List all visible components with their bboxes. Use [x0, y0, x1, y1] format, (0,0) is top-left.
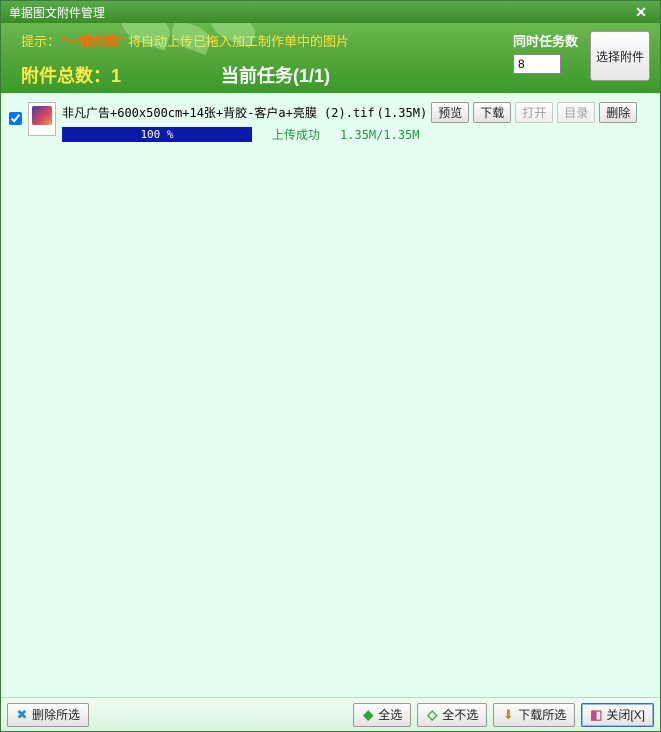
footer-toolbar: ✖ 删除所选 ◆ 全选 ◇ 全不选 ⬇ 下载所选 ◧ 关闭[X] — [1, 697, 660, 731]
download-icon: ⬇ — [502, 709, 514, 721]
window-title: 单据图文附件管理 — [9, 4, 105, 21]
attachment-list: 非凡广告+600x500cm+14张+背胶-客户a+亮膜 (2).tif (1.… — [1, 93, 660, 697]
row-checkbox[interactable] — [9, 112, 22, 125]
current-task-label: 当前任务 — [221, 66, 293, 86]
uncheck-icon: ◇ — [426, 709, 438, 721]
tip-prefix: 提示： — [21, 34, 60, 49]
filename-text: 非凡广告+600x500cm+14张+背胶-客户a+亮膜 (2).tif — [62, 104, 375, 121]
delete-icon: ✖ — [16, 709, 28, 721]
download-button[interactable]: 下载 — [473, 102, 511, 123]
attachment-row: 非凡广告+600x500cm+14张+背胶-客户a+亮膜 (2).tif (1.… — [3, 100, 658, 145]
main-window: 单据图文附件管理 ✕ 提示："一键传图" 将自动上传已拖入加工制作单中的图片 附… — [0, 0, 661, 732]
leaf-decoration — [168, 23, 214, 55]
concurrent-tasks-label: 同时任务数 — [513, 31, 578, 50]
select-all-button[interactable]: ◆ 全选 — [353, 703, 411, 727]
titlebar: 单据图文附件管理 ✕ — [1, 1, 660, 23]
choose-attachment-button[interactable]: 选择附件 — [590, 31, 650, 81]
select-none-button[interactable]: ◇ 全不选 — [417, 703, 487, 727]
size-progress-text: 1.35M/1.35M — [340, 128, 419, 142]
concurrent-tasks-input[interactable] — [513, 54, 561, 74]
current-task-progress: (1/1) — [293, 66, 330, 86]
progress-bar: 100 % — [62, 127, 252, 142]
check-icon: ◆ — [362, 709, 374, 721]
directory-button: 目录 — [557, 102, 595, 123]
close-icon: ◧ — [590, 709, 602, 721]
header-band: 提示："一键传图" 将自动上传已拖入加工制作单中的图片 附件总数：1 当前任务(… — [1, 23, 660, 93]
filesize-text: (1.35M) — [377, 106, 428, 120]
download-selected-button[interactable]: ⬇ 下载所选 — [493, 703, 575, 727]
delete-button[interactable]: 删除 — [599, 102, 637, 123]
progress-percent-text: 100 % — [62, 127, 252, 142]
tip-quoted: "一键传图" — [60, 34, 124, 49]
thumbnail-icon — [28, 102, 56, 136]
attach-count-value: 1 — [111, 66, 121, 86]
delete-selected-button[interactable]: ✖ 删除所选 — [7, 703, 89, 727]
window-close-button[interactable]: ✕ — [626, 3, 656, 21]
close-button[interactable]: ◧ 关闭[X] — [581, 703, 654, 727]
preview-button[interactable]: 预览 — [431, 102, 469, 123]
upload-status-text: 上传成功 — [272, 126, 320, 143]
attach-count-label: 附件总数： — [21, 66, 111, 86]
open-button: 打开 — [515, 102, 553, 123]
